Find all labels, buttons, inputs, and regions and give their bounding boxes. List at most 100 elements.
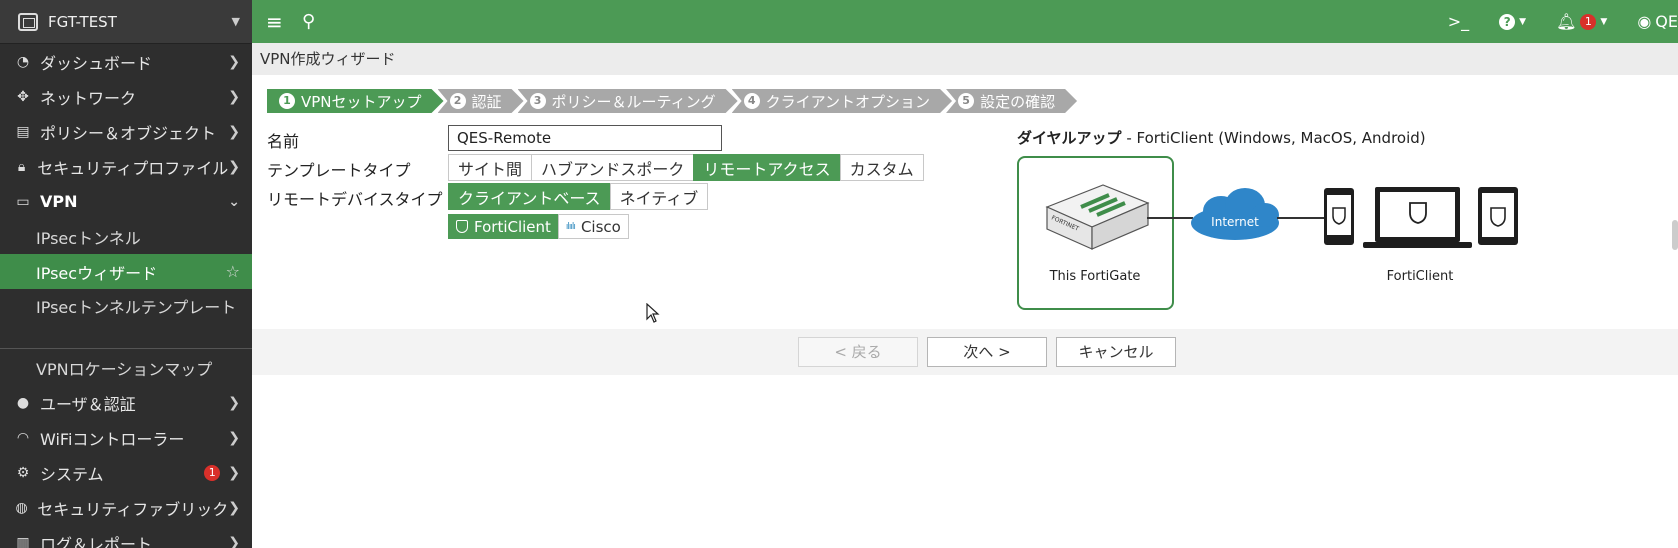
search-icon[interactable]: ⚲ xyxy=(302,11,315,32)
diagram-title-main: ダイヤルアップ xyxy=(1017,129,1122,147)
sidebar-item-label: システム xyxy=(40,464,104,484)
name-input[interactable] xyxy=(448,125,722,151)
vpn-topology-diagram: FORTINET This FortiGate Internet FortiCl… xyxy=(1017,156,1518,310)
client-option-label: FortiClient xyxy=(474,217,551,236)
internet-cloud-icon xyxy=(1191,188,1279,240)
step-vpn-setup: 1 VPNセットアップ xyxy=(267,89,444,113)
chevron-right-icon: ❯ xyxy=(228,53,240,70)
laptop-icon xyxy=(1363,187,1472,248)
wifi-icon: ◠ xyxy=(16,429,30,446)
user-menu-button[interactable]: ◉ QE xyxy=(1637,12,1678,31)
sidebar-item-label: ユーザ＆認証 xyxy=(40,394,136,414)
step-review: 5 設定の確認 xyxy=(946,89,1077,113)
chevron-right-icon: ❯ xyxy=(228,394,240,411)
fabric-icon: ◍ xyxy=(15,499,28,516)
chevron-right-icon: ❯ xyxy=(228,499,240,516)
gear-icon: ⚙ xyxy=(16,464,30,481)
sidebar-item-label: セキュリティファブリック xyxy=(37,499,229,519)
client-option-label: Cisco xyxy=(580,217,621,236)
sidebar-item-label: ダッシュボード xyxy=(40,53,153,73)
name-label: 名前 xyxy=(267,132,300,151)
template-remote-access[interactable]: リモートアクセス xyxy=(693,154,841,181)
step-client-options: 4 クライアントオプション xyxy=(732,89,952,113)
sidebar-divider xyxy=(0,348,252,349)
dashboard-icon: ◔ xyxy=(16,53,30,70)
sidebar-item-label: IPsecトンネルテンプレート xyxy=(36,298,237,317)
tablet-icon xyxy=(1478,187,1518,245)
step-policy-routing: 3 ポリシー＆ルーティング xyxy=(518,89,738,113)
chart-icon: ▥ xyxy=(16,534,30,548)
caret-down-icon: ▼ xyxy=(1519,16,1527,27)
sidebar-item-ipsec-tunnels[interactable]: IPsecトンネル xyxy=(0,219,252,254)
device-name: FGT-TEST xyxy=(48,12,117,31)
scrollbar-thumb[interactable] xyxy=(1672,220,1678,250)
chevron-right-icon: ❯ xyxy=(228,464,240,481)
system-badge: 1 xyxy=(204,464,221,481)
step-number: 4 xyxy=(744,93,760,109)
sidebar-item-network[interactable]: ✥ ネットワーク ❯ xyxy=(0,79,252,114)
remote-device-native[interactable]: ネイティブ xyxy=(609,183,709,210)
chevron-right-icon: ❯ xyxy=(228,158,240,175)
sidebar-item-security-fabric[interactable]: ◍ セキュリティファブリック ❯ xyxy=(0,490,252,525)
notifications-button[interactable]: 🔔︎ 1 ▼ xyxy=(1556,12,1607,31)
star-icon[interactable]: ☆ xyxy=(226,262,240,281)
template-type-label: テンプレートタイプ xyxy=(267,161,411,180)
sidebar-item-wifi-controller[interactable]: ◠ WiFiコントローラー ❯ xyxy=(0,420,252,455)
client-cisco[interactable]: ılıılı Cisco xyxy=(557,214,629,239)
notification-badge: 1 xyxy=(1580,13,1597,30)
laptop-icon: ▭ xyxy=(16,193,30,210)
sidebar-item-log-report[interactable]: ▥ ログ＆レポート ❯ xyxy=(0,525,252,548)
sidebar-item-policy-objects[interactable]: ▤ ポリシー＆オブジェクト ❯ xyxy=(0,114,252,149)
chevron-right-icon: ❯ xyxy=(228,429,240,446)
lock-icon: 🔒︎ xyxy=(17,158,26,175)
sidebar-item-label: ポリシー＆オブジェクト xyxy=(40,123,217,143)
cancel-button[interactable]: キャンセル xyxy=(1056,337,1176,367)
step-label: 認証 xyxy=(471,92,502,111)
wizard-steps: 1 VPNセットアップ 2 認証 3 ポリシー＆ルーティング 4 クライアントオ… xyxy=(267,89,1071,113)
bell-icon: 🔔︎ xyxy=(1556,12,1577,31)
step-label: ポリシー＆ルーティング xyxy=(551,92,716,111)
forticlient-shield-icon xyxy=(456,220,468,233)
remote-device-type-group: クライアントベース ネイティブ xyxy=(448,183,709,210)
chevron-right-icon: ❯ xyxy=(228,123,240,140)
sidebar-item-ipsec-tunnel-templates[interactable]: IPsecトンネルテンプレート xyxy=(0,289,252,347)
cisco-logo-icon: ılıılı xyxy=(565,221,576,232)
forticlient-label: FortiClient xyxy=(1387,269,1454,284)
fortigate-logo-icon xyxy=(18,12,38,31)
back-button[interactable]: < 戻る xyxy=(798,337,918,367)
step-label: VPNセットアップ xyxy=(301,92,422,111)
template-hub-and-spoke[interactable]: ハブアンドスポーク xyxy=(531,154,695,181)
sidebar-item-system[interactable]: ⚙ システム 1 ❯ xyxy=(0,455,252,490)
step-label: クライアントオプション xyxy=(765,92,931,111)
sidebar-item-vpn-location-map[interactable]: VPNロケーションマップ xyxy=(0,350,252,385)
sidebar-item-security-profiles[interactable]: 🔒︎ セキュリティプロファイル ❯ xyxy=(0,149,252,184)
sidebar-item-dashboard[interactable]: ◔ ダッシュボード ❯ xyxy=(0,44,252,79)
next-button[interactable]: 次へ > xyxy=(927,337,1047,367)
mouse-cursor-icon xyxy=(646,303,660,323)
client-forticlient[interactable]: FortiClient xyxy=(448,214,559,239)
sidebar-item-user-auth[interactable]: ● ユーザ＆認証 ❯ xyxy=(0,385,252,420)
sidebar-item-label: VPN xyxy=(40,192,78,211)
cli-console-button[interactable]: >_ xyxy=(1448,12,1469,31)
sidebar-item-label: ネットワーク xyxy=(40,88,137,108)
template-custom[interactable]: カスタム xyxy=(839,154,924,181)
remote-device-client-based[interactable]: クライアントベース xyxy=(448,183,611,210)
user-circle-icon: ◉ xyxy=(1637,12,1652,31)
sidebar-item-label: セキュリティプロファイル xyxy=(37,158,229,178)
caret-down-icon: ▼ xyxy=(1600,16,1608,27)
chevron-right-icon: ❯ xyxy=(228,534,240,548)
sidebar-item-ipsec-wizard[interactable]: IPsecウィザード ☆ xyxy=(0,254,252,289)
template-site-to-site[interactable]: サイト間 xyxy=(448,154,533,181)
phone-icon xyxy=(1324,188,1354,245)
device-selector[interactable]: FGT-TEST ▼ xyxy=(0,0,252,44)
wizard-footer: < 戻る 次へ > キャンセル xyxy=(252,329,1678,375)
remote-device-type-label: リモートデバイスタイプ xyxy=(267,190,443,209)
page-title: VPN作成ウィザード xyxy=(252,43,1678,75)
sidebar-item-label: ログ＆レポート xyxy=(40,534,153,548)
client-type-group: FortiClient ılıılı Cisco xyxy=(448,214,629,239)
chevron-down-icon: ⌄ xyxy=(228,193,240,210)
step-number: 5 xyxy=(958,93,974,109)
hamburger-menu-icon[interactable]: ≡ xyxy=(266,10,286,34)
help-button[interactable]: ? ▼ xyxy=(1499,13,1527,30)
sidebar-item-vpn[interactable]: ▭ VPN ⌄ xyxy=(0,184,252,219)
